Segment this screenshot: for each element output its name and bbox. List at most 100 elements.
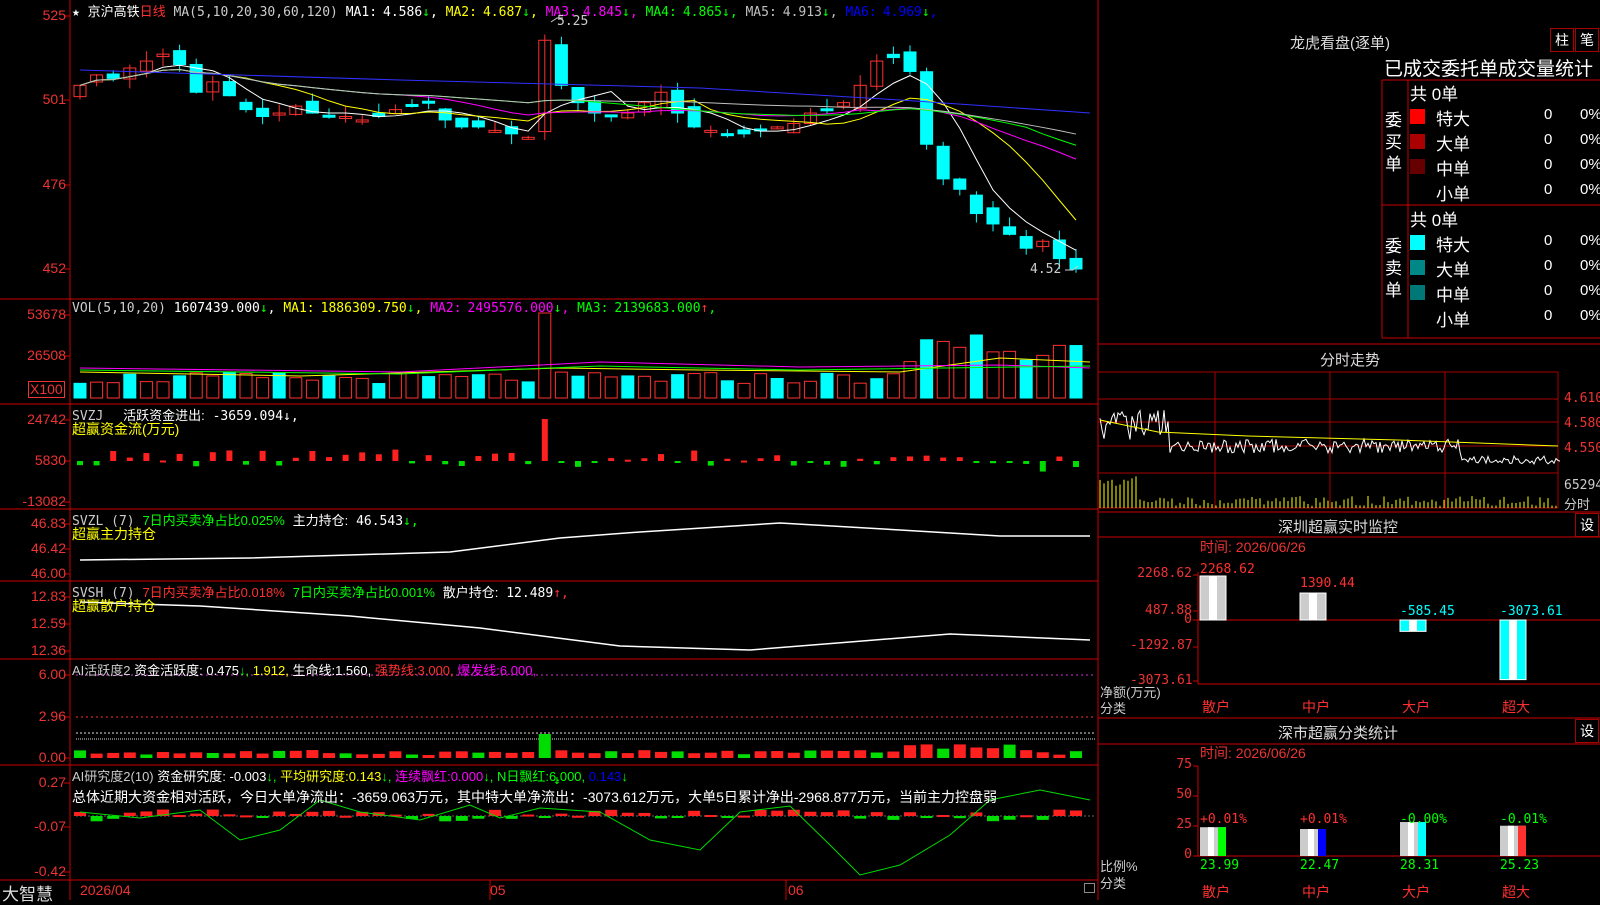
fund-flow-bar [807, 461, 814, 463]
research-bar [123, 812, 136, 816]
lock-icon[interactable] [1084, 883, 1095, 893]
activity-bar [555, 750, 568, 758]
activity-bar [621, 753, 634, 758]
vol-ma-number: 2495576.000 [467, 301, 554, 316]
research-bar [854, 816, 867, 819]
order-percent: 0% [1580, 131, 1600, 148]
bar-mode-button[interactable]: 柱 [1550, 28, 1574, 52]
ma-label: MA5: [745, 5, 777, 20]
monitor-category[interactable]: 超大 [1502, 697, 1530, 717]
app-logo[interactable]: 大智慧 [2, 880, 53, 905]
vol-ma-label: MA1: [283, 301, 315, 316]
activity-bar [422, 754, 435, 758]
volume-bar [621, 375, 635, 399]
vol-value: 1607439.000 [173, 301, 260, 316]
ai2-nday-label: N日飘红: [496, 769, 549, 784]
classify-value: 22.47 [1300, 858, 1340, 873]
activity-bar [937, 748, 950, 758]
volume-bar [853, 382, 867, 399]
activity-bar [771, 751, 784, 758]
vol-ma-arrow: ↑ [700, 301, 709, 316]
activity-bar [522, 752, 535, 758]
activity-bar [920, 744, 933, 758]
ma-label: MA2: [445, 5, 477, 20]
classify-settings-button[interactable]: 设 [1575, 719, 1599, 743]
order-row: 小单 0 0% [1410, 306, 1600, 330]
classify-category[interactable]: 大户 [1402, 882, 1430, 902]
activity-bar [455, 751, 468, 758]
monitor-category[interactable]: 大户 [1402, 697, 1430, 717]
intraday-mode-label[interactable]: 分时 [1564, 494, 1590, 513]
order-count: 0 [1544, 181, 1553, 198]
volume-bar [339, 377, 353, 399]
ai2-cont-arrow: ↓, [483, 769, 494, 784]
activity-bar [738, 754, 750, 758]
svzl-axis-label: 46.00 [30, 565, 66, 581]
volume-bar [820, 372, 834, 399]
classify-change: -0.01% [1500, 812, 1547, 827]
ma-number: 4.687 [482, 5, 523, 20]
fund-flow-bar [890, 457, 897, 461]
activity-bar [721, 750, 734, 758]
volume-bar [488, 373, 502, 399]
research-bar [1036, 816, 1049, 820]
order-type: 大单 [1436, 261, 1470, 280]
ma-arrow: ↓ [422, 5, 430, 20]
svsh-subtitle: 超赢散户持仓 [72, 598, 156, 614]
ai2-axis-label: 0.27 [38, 774, 66, 790]
monitor-settings-button[interactable]: 设 [1575, 513, 1599, 537]
activity-bar [273, 750, 286, 758]
svzl-arrow: ↓, [403, 514, 419, 529]
research-bar [1053, 809, 1066, 816]
star-icon[interactable]: ★ [72, 5, 80, 20]
activity-bar [1053, 754, 1066, 758]
candle-body [920, 71, 934, 145]
sell-orders-label: 委卖单 [1385, 237, 1402, 300]
ai1-label: 资金活跃度: [134, 663, 203, 678]
research-bar [206, 809, 219, 816]
research-bar [605, 809, 618, 816]
activity-bar [439, 751, 452, 758]
fund-flow-bar [409, 461, 415, 464]
classify-value: 28.31 [1400, 858, 1440, 873]
classify-category[interactable]: 超大 [1502, 882, 1530, 902]
volume-bar [720, 380, 734, 399]
monitor-category[interactable]: 散户 [1202, 697, 1230, 717]
activity-bar [837, 750, 850, 758]
volume-bar [405, 372, 419, 399]
research-bar [1020, 815, 1033, 818]
order-color-swatch [1410, 235, 1425, 250]
period-label[interactable]: 日线 [140, 4, 166, 19]
ai2-value: -0.003 [229, 769, 267, 784]
ma-value: MA6: 4.969↓, [845, 5, 938, 20]
lhb-subtitle[interactable]: 已成交委托单成交量统计 [1384, 54, 1593, 81]
order-row: 大单 0 0% [1410, 256, 1600, 280]
activity-bar [306, 750, 319, 758]
svsh-ratio-1: 7日内买卖净占比0.018% [142, 585, 285, 600]
monitor-category-label: 分类 [1100, 701, 1127, 716]
activity-bar [1020, 750, 1033, 758]
order-row: 中单 0 0% [1410, 281, 1600, 305]
volume-bar [1052, 344, 1066, 399]
main-chart-svg[interactable]: ↓ [0, 0, 1100, 900]
fund-flow-bar [907, 456, 913, 461]
candle-body [886, 53, 900, 59]
research-bar [273, 811, 286, 816]
volume-bar [455, 376, 469, 399]
monitor-category[interactable]: 中户 [1302, 697, 1330, 717]
order-row: 特大 0 0% [1410, 105, 1600, 129]
activity-bar [406, 754, 418, 758]
classify-axis-label: 50 [1176, 787, 1192, 802]
classify-category[interactable]: 中户 [1302, 882, 1330, 902]
classify-category[interactable]: 散户 [1202, 882, 1230, 902]
order-color-swatch [1410, 109, 1425, 124]
intraday-price-label: 4.580 [1564, 416, 1600, 431]
ma-number: 4.865 [682, 5, 722, 20]
pen-mode-button[interactable]: 笔 [1575, 28, 1599, 52]
volume-bar [222, 371, 236, 399]
ai1-life-value: 1.560, [335, 663, 372, 678]
fund-flow-bar [923, 455, 930, 461]
vol-ma-value: MA1: 1886309.750↓, [283, 301, 431, 316]
fund-flow-bar [790, 461, 797, 466]
volume-bar [505, 379, 519, 399]
